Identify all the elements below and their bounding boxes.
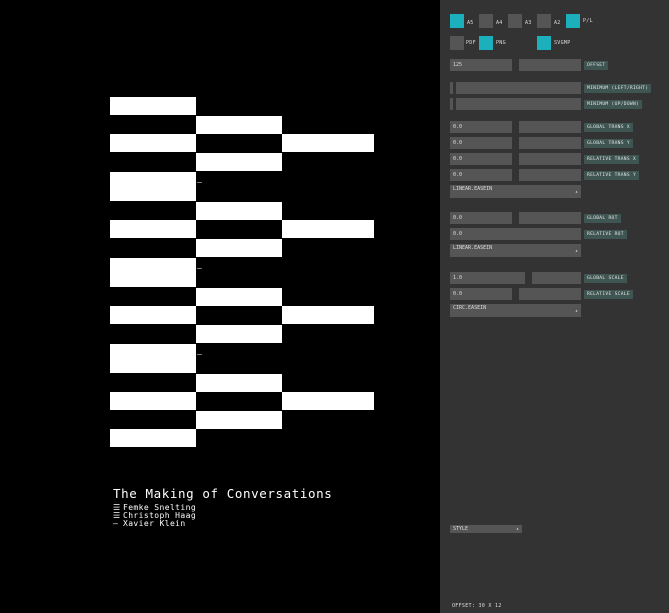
orientation-toggle[interactable] <box>566 14 580 28</box>
status-readout: OFFSET: 30 X 12 <box>452 603 502 609</box>
pattern-block <box>196 239 282 257</box>
format-a5-toggle[interactable] <box>450 14 464 28</box>
pattern-block <box>282 392 374 410</box>
credit-line: — Xavier Klein <box>113 519 186 528</box>
pattern-block <box>110 172 196 201</box>
pattern-block <box>196 325 282 343</box>
minimum-ud-input[interactable]: 4 <box>450 98 581 110</box>
global-rot-button[interactable]: GLOBAL ROT <box>584 214 621 223</box>
scale-easing-value: CIRC.EASEIN <box>453 305 487 311</box>
style-value: STYLE <box>453 526 469 532</box>
format-a4-toggle[interactable] <box>479 14 493 28</box>
relative-rot-input[interactable]: 0.0 <box>450 228 581 240</box>
credit-mark: — <box>113 519 119 528</box>
poster-canvas: The Making of Conversations ☰ Femke Snelt… <box>0 0 440 613</box>
relative-trans-y-input-secondary[interactable] <box>519 169 581 181</box>
relative-rot-button[interactable]: RELATIVE ROT <box>584 230 627 239</box>
caret-up-icon: ▴ <box>574 189 578 195</box>
export-svg-toggle[interactable] <box>537 36 551 50</box>
export-png-label: PNG <box>496 40 506 46</box>
pattern-block <box>282 220 374 238</box>
format-a2-label: A2 <box>554 20 561 26</box>
pattern-block <box>110 306 196 324</box>
global-scale-input-secondary[interactable] <box>532 272 581 284</box>
global-trans-x-button[interactable]: GLOBAL TRANS X <box>584 123 633 132</box>
pattern-block <box>110 429 196 447</box>
trans-easing-dropdown[interactable]: LINEAR.EASEIN ▴ <box>450 185 581 198</box>
pattern-block <box>196 411 282 429</box>
minimum-lr-stepper[interactable] <box>453 82 456 94</box>
pattern-block <box>110 220 196 238</box>
offset-button[interactable]: OFFSET <box>584 61 609 70</box>
global-trans-y-input-secondary[interactable] <box>519 137 581 149</box>
pattern-block <box>196 116 282 134</box>
export-png-toggle[interactable] <box>479 36 493 50</box>
pattern-tick <box>197 354 202 355</box>
rot-easing-dropdown[interactable]: LINEAR.EASEIN ▴ <box>450 244 581 257</box>
global-trans-y-button[interactable]: GLOBAL TRANS Y <box>584 139 633 148</box>
trans-easing-value: LINEAR.EASEIN <box>453 186 493 192</box>
global-rot-input[interactable]: 0.0 <box>450 212 512 224</box>
relative-scale-button[interactable]: RELATIVE SCALE <box>584 290 633 299</box>
minimum-ud-button[interactable]: MINIMUM (UP/DOWN) <box>584 100 643 109</box>
pattern-block <box>196 202 282 220</box>
relative-trans-x-button[interactable]: RELATIVE TRANS X <box>584 155 640 164</box>
offset-input-secondary[interactable] <box>519 59 581 71</box>
style-dropdown[interactable]: STYLE ▴ <box>450 525 522 533</box>
relative-scale-input[interactable]: 0.0 <box>450 288 512 300</box>
relative-scale-input-secondary[interactable] <box>519 288 581 300</box>
minimum-lr-input[interactable]: 3 <box>450 82 581 94</box>
global-scale-button[interactable]: GLOBAL SCALE <box>584 274 627 283</box>
pattern-tick <box>197 182 202 183</box>
pattern-block <box>110 392 196 410</box>
caret-up-icon: ▴ <box>574 248 578 254</box>
minimum-ud-stepper[interactable] <box>453 98 456 110</box>
format-a5-label: A5 <box>467 20 474 26</box>
pattern-block <box>110 97 196 115</box>
global-scale-input[interactable]: 1.0 <box>450 272 525 284</box>
rot-easing-value: LINEAR.EASEIN <box>453 245 493 251</box>
caret-up-icon: ▴ <box>515 526 519 532</box>
pattern-block <box>282 134 374 152</box>
pattern-block <box>196 374 282 392</box>
pattern-tick <box>197 268 202 269</box>
caret-up-icon: ▴ <box>574 308 578 314</box>
orientation-label: P/L <box>583 18 593 24</box>
format-a3-label: A3 <box>525 20 532 26</box>
global-rot-input-secondary[interactable] <box>519 212 581 224</box>
global-trans-y-input[interactable]: 0.0 <box>450 137 512 149</box>
pattern-block <box>110 344 196 373</box>
export-svg-label: SVGMP <box>554 40 571 46</box>
format-a4-label: A4 <box>496 20 503 26</box>
poster-title: The Making of Conversations <box>113 486 333 501</box>
relative-trans-x-input-secondary[interactable] <box>519 153 581 165</box>
scale-easing-dropdown[interactable]: CIRC.EASEIN ▴ <box>450 304 581 317</box>
export-pdf-toggle[interactable] <box>450 36 464 50</box>
global-trans-x-input[interactable]: 0.0 <box>450 121 512 133</box>
format-a2-toggle[interactable] <box>537 14 551 28</box>
credit-name: Xavier Klein <box>123 519 186 528</box>
offset-input[interactable]: 125 <box>450 59 512 71</box>
pattern-block <box>196 153 282 171</box>
relative-trans-y-input[interactable]: 0.0 <box>450 169 512 181</box>
pattern-block <box>110 134 196 152</box>
pattern-block <box>196 288 282 306</box>
export-pdf-label: PDF <box>466 40 476 46</box>
pattern-block <box>282 306 374 324</box>
format-a3-toggle[interactable] <box>508 14 522 28</box>
minimum-lr-button[interactable]: MINIMUM (LEFT/RIGHT) <box>584 84 652 93</box>
global-trans-x-input-secondary[interactable] <box>519 121 581 133</box>
pattern-block <box>110 258 196 287</box>
relative-trans-y-button[interactable]: RELATIVE TRANS Y <box>584 171 640 180</box>
relative-trans-x-input[interactable]: 0.0 <box>450 153 512 165</box>
